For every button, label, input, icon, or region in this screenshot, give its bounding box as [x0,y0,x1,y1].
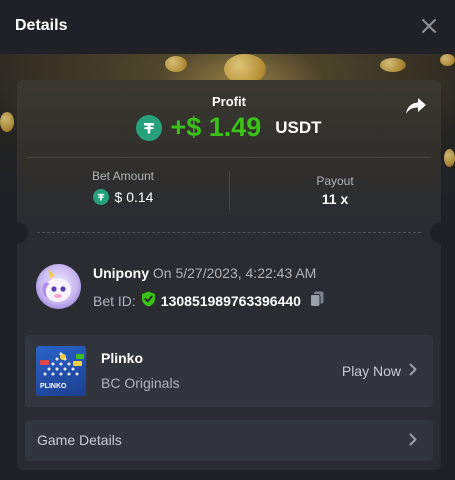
avatar[interactable] [36,264,81,309]
coin-decoration [165,56,187,72]
user-line: Unipony On 5/27/2023, 4:22:43 AM [93,265,316,281]
section-divider [27,157,431,158]
share-icon[interactable] [405,96,427,116]
bet-amount-label: Bet Amount [91,169,155,183]
ticket-dashed-divider [37,232,421,233]
bet-details-card: Profit +$ 1.49 USDT Bet Amount $ 0.14 Pa… [6,80,452,470]
usdt-icon [136,114,163,141]
copy-icon[interactable] [309,291,324,310]
game-details-label: Game Details [37,432,122,448]
game-thumbnail: PLINKO [36,346,86,396]
chevron-right-icon [409,363,417,379]
game-row[interactable]: PLINKO Plinko BC Originals Play Now [25,335,433,407]
usdt-icon [92,189,109,205]
profit-row: +$ 1.49 USDT [17,112,441,143]
payout-value: 11 x [321,191,349,207]
game-thumbnail-label: PLINKO [40,383,67,390]
shield-check-icon [141,291,156,310]
bet-id-line: Bet ID: 130851989763396440 [93,291,324,310]
coin-decoration [0,112,14,132]
dialog-header: Details [0,0,455,54]
username[interactable]: Unipony [93,265,149,281]
bet-date: On 5/27/2023, 4:22:43 AM [152,265,317,281]
game-details-row[interactable]: Game Details [25,420,433,461]
coin-decoration [380,58,406,72]
bet-id-value: 130851989763396440 [160,292,301,309]
profit-currency: USDT [275,117,322,137]
profit-value: +$ 1.49 [170,112,262,142]
profit-section: Profit +$ 1.49 USDT Bet Amount $ 0.14 Pa… [17,80,441,232]
payout-label: Payout [316,174,354,188]
chevron-right-icon [409,433,417,451]
ticket-notch-left [6,222,28,244]
ticket-notch-right [430,222,452,244]
close-icon[interactable] [417,14,441,38]
bet-id-label: Bet ID: [93,292,136,309]
game-name: Plinko [101,350,144,366]
play-now-button[interactable]: Play Now [342,363,417,379]
bet-amount-value-row: $ 0.14 [17,189,229,205]
coin-decoration [444,149,455,167]
play-now-label: Play Now [341,363,401,379]
bet-amount-value: $ 0.14 [114,189,154,205]
dialog-title: Details [15,17,68,34]
game-provider: BC Originals [101,375,180,391]
profit-label: Profit [212,94,246,109]
coin-decoration [440,54,455,66]
